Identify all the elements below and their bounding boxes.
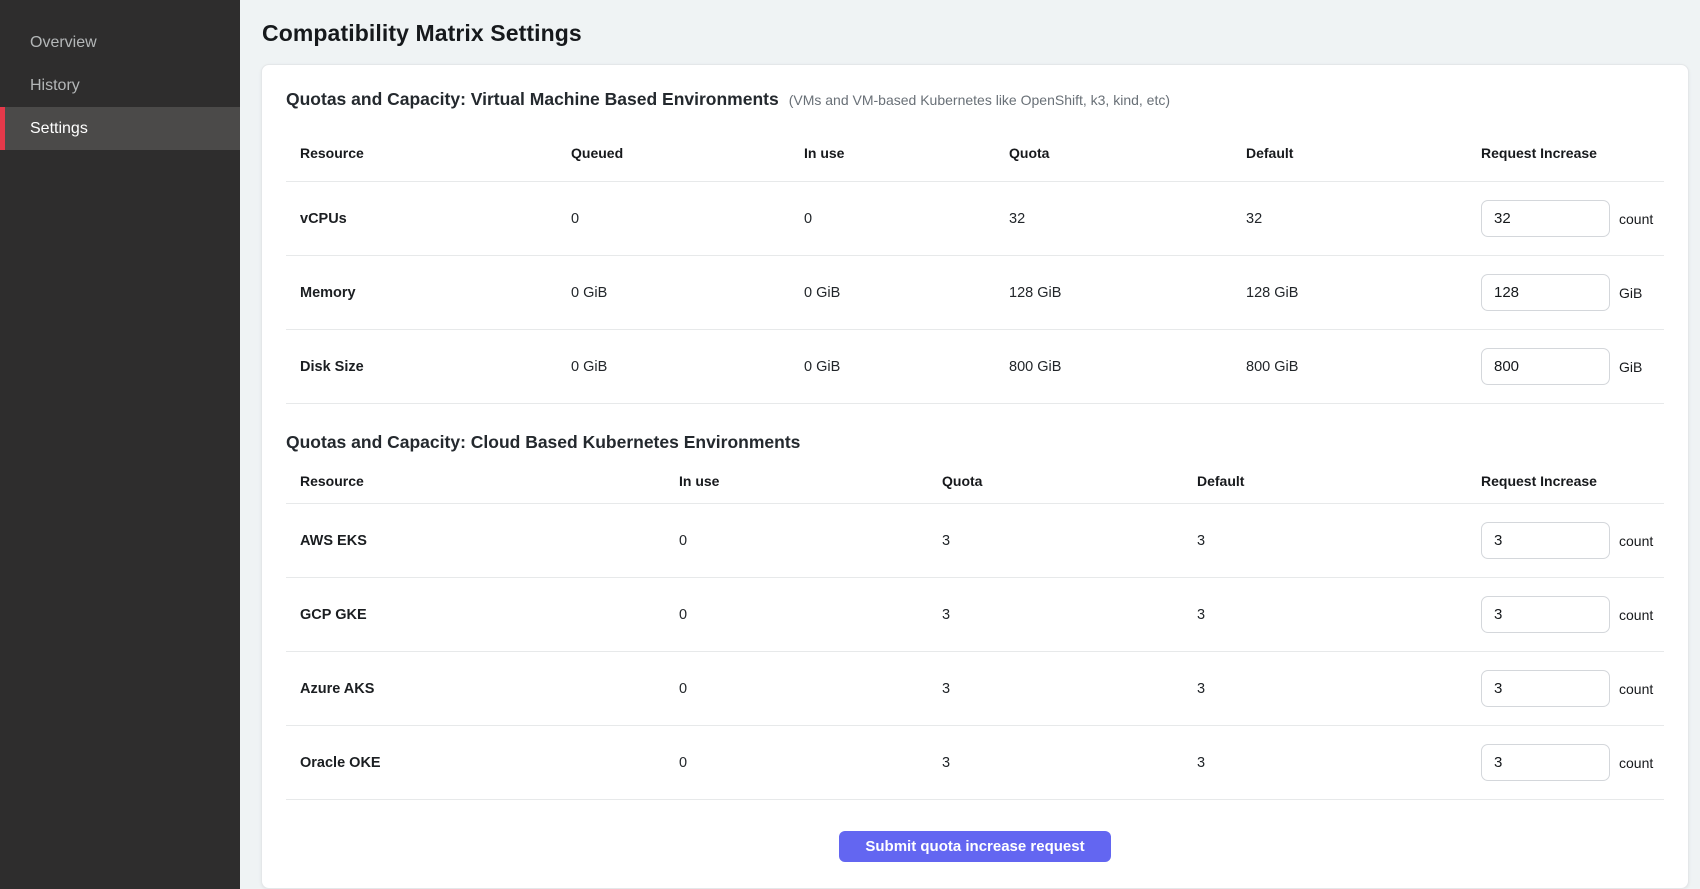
default-value: 32 bbox=[1246, 211, 1481, 227]
default-value: 3 bbox=[1197, 607, 1481, 623]
column-header-request-increase: Request Increase bbox=[1481, 145, 1664, 161]
resource-name: GCP GKE bbox=[286, 607, 679, 623]
in-use-value: 0 bbox=[804, 211, 1009, 227]
request-increase-input[interactable] bbox=[1481, 200, 1610, 237]
quota-value: 3 bbox=[942, 533, 1197, 549]
quota-value: 128 GiB bbox=[1009, 285, 1246, 301]
unit-label: count bbox=[1619, 533, 1653, 549]
unit-label: count bbox=[1619, 755, 1653, 771]
quota-value: 3 bbox=[942, 755, 1197, 771]
sidebar-item-overview[interactable]: Overview bbox=[0, 21, 240, 64]
quota-value: 3 bbox=[942, 681, 1197, 697]
column-header-in-use: In use bbox=[804, 145, 1009, 161]
request-increase-input[interactable] bbox=[1481, 274, 1610, 311]
unit-label: count bbox=[1619, 681, 1653, 697]
page-title: Compatibility Matrix Settings bbox=[262, 20, 1689, 47]
table-row-aws-eks: AWS EKS 0 3 3 count bbox=[286, 504, 1664, 578]
resource-name: Disk Size bbox=[286, 359, 571, 375]
queued-value: 0 bbox=[571, 211, 804, 227]
request-increase-input[interactable] bbox=[1481, 744, 1610, 781]
request-increase-input[interactable] bbox=[1481, 670, 1610, 707]
column-header-queued: Queued bbox=[571, 145, 804, 161]
table-row-oracle-oke: Oracle OKE 0 3 3 count bbox=[286, 726, 1664, 800]
column-header-request-increase: Request Increase bbox=[1481, 473, 1664, 489]
queued-value: 0 GiB bbox=[571, 285, 804, 301]
quota-value: 3 bbox=[942, 607, 1197, 623]
sidebar-item-label: Settings bbox=[30, 120, 88, 138]
vm-section-title: Quotas and Capacity: Virtual Machine Bas… bbox=[286, 89, 779, 110]
button-row: Submit quota increase request bbox=[286, 800, 1664, 862]
request-increase-input[interactable] bbox=[1481, 596, 1610, 633]
vm-table-header: Resource Queued In use Quota Default Req… bbox=[286, 145, 1664, 182]
column-header-default: Default bbox=[1197, 473, 1481, 489]
in-use-value: 0 GiB bbox=[804, 285, 1009, 301]
submit-quota-increase-button[interactable]: Submit quota increase request bbox=[839, 831, 1110, 862]
sidebar-item-settings[interactable]: Settings bbox=[0, 107, 240, 150]
unit-label: GiB bbox=[1619, 285, 1642, 301]
sidebar: Overview History Settings bbox=[0, 0, 240, 889]
table-row-azure-aks: Azure AKS 0 3 3 count bbox=[286, 652, 1664, 726]
sidebar-item-history[interactable]: History bbox=[0, 64, 240, 107]
request-increase-input[interactable] bbox=[1481, 522, 1610, 559]
column-header-resource: Resource bbox=[286, 145, 571, 161]
resource-name: Memory bbox=[286, 285, 571, 301]
default-value: 3 bbox=[1197, 755, 1481, 771]
in-use-value: 0 bbox=[679, 607, 942, 623]
vm-section-subtitle: (VMs and VM-based Kubernetes like OpenSh… bbox=[789, 92, 1170, 108]
in-use-value: 0 bbox=[679, 755, 942, 771]
queued-value: 0 GiB bbox=[571, 359, 804, 375]
in-use-value: 0 bbox=[679, 681, 942, 697]
table-row-gcp-gke: GCP GKE 0 3 3 count bbox=[286, 578, 1664, 652]
cloud-table-header: Resource In use Quota Default Request In… bbox=[286, 473, 1664, 504]
column-header-quota: Quota bbox=[942, 473, 1197, 489]
unit-label: GiB bbox=[1619, 359, 1642, 375]
default-value: 3 bbox=[1197, 681, 1481, 697]
sidebar-item-label: Overview bbox=[30, 34, 97, 52]
column-header-quota: Quota bbox=[1009, 145, 1246, 161]
resource-name: AWS EKS bbox=[286, 533, 679, 549]
sidebar-item-label: History bbox=[30, 77, 80, 95]
default-value: 800 GiB bbox=[1246, 359, 1481, 375]
cloud-section-title: Quotas and Capacity: Cloud Based Kuberne… bbox=[286, 432, 800, 453]
resource-name: Oracle OKE bbox=[286, 755, 679, 771]
main-content: Compatibility Matrix Settings Quotas and… bbox=[240, 0, 1700, 889]
table-row-vcpus: vCPUs 0 0 32 32 count bbox=[286, 182, 1664, 256]
table-row-disk-size: Disk Size 0 GiB 0 GiB 800 GiB 800 GiB Gi… bbox=[286, 330, 1664, 404]
default-value: 128 GiB bbox=[1246, 285, 1481, 301]
request-increase-input[interactable] bbox=[1481, 348, 1610, 385]
column-header-default: Default bbox=[1246, 145, 1481, 161]
vm-quotas-section: Quotas and Capacity: Virtual Machine Bas… bbox=[286, 89, 1664, 404]
quota-value: 800 GiB bbox=[1009, 359, 1246, 375]
unit-label: count bbox=[1619, 607, 1653, 623]
quota-value: 32 bbox=[1009, 211, 1246, 227]
table-row-memory: Memory 0 GiB 0 GiB 128 GiB 128 GiB GiB bbox=[286, 256, 1664, 330]
default-value: 3 bbox=[1197, 533, 1481, 549]
resource-name: vCPUs bbox=[286, 211, 571, 227]
column-header-resource: Resource bbox=[286, 473, 679, 489]
in-use-value: 0 bbox=[679, 533, 942, 549]
column-header-in-use: In use bbox=[679, 473, 942, 489]
resource-name: Azure AKS bbox=[286, 681, 679, 697]
in-use-value: 0 GiB bbox=[804, 359, 1009, 375]
settings-card: Quotas and Capacity: Virtual Machine Bas… bbox=[261, 64, 1689, 889]
cloud-quotas-section: Quotas and Capacity: Cloud Based Kuberne… bbox=[286, 432, 1664, 800]
unit-label: count bbox=[1619, 211, 1653, 227]
